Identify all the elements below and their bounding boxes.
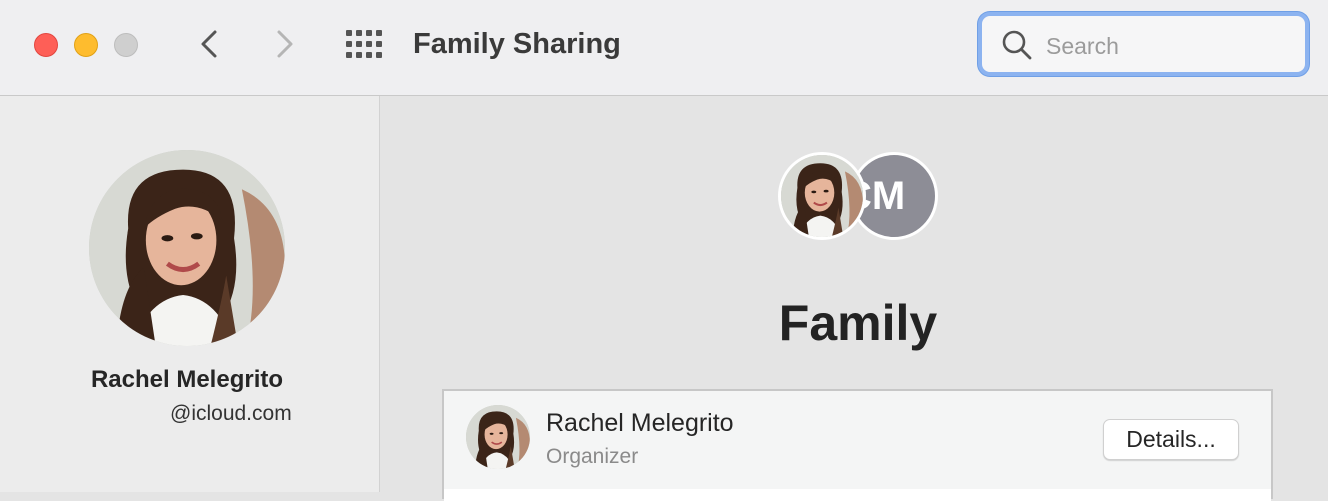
details-button[interactable]: Details... <box>1103 419 1239 460</box>
grid-icon <box>346 30 382 58</box>
search-icon <box>1002 30 1032 60</box>
family-panel: CM Family Rachel Melegrito Organizer Det… <box>381 96 1328 501</box>
member-role: Organizer <box>546 445 639 468</box>
window-title: Family Sharing <box>413 28 621 60</box>
search-input[interactable] <box>1044 28 1288 64</box>
back-chevron-icon <box>201 30 217 58</box>
sidebar: Rachel Melegrito @icloud.com <box>0 96 380 492</box>
member-avatar-photo <box>778 152 866 240</box>
close-window-button[interactable] <box>34 33 58 57</box>
avatar <box>466 405 530 469</box>
list-item[interactable]: Rachel Melegrito Organizer Details... <box>444 391 1271 489</box>
forward-button[interactable] <box>264 24 304 64</box>
forward-chevron-icon <box>277 30 293 58</box>
search-field[interactable] <box>978 12 1309 76</box>
family-heading: Family <box>778 295 938 351</box>
show-all-button[interactable] <box>344 28 384 60</box>
zoom-window-button[interactable] <box>114 33 138 57</box>
user-name: Rachel Melegrito <box>90 366 284 393</box>
back-button[interactable] <box>190 24 230 64</box>
user-avatar[interactable] <box>89 150 285 346</box>
minimize-window-button[interactable] <box>74 33 98 57</box>
family-member-list: Rachel Melegrito Organizer Details... <box>442 389 1273 501</box>
member-name: Rachel Melegrito <box>546 409 734 437</box>
toolbar: Family Sharing <box>0 0 1328 96</box>
user-email: @icloud.com <box>170 402 292 425</box>
list-item[interactable] <box>444 489 1271 501</box>
